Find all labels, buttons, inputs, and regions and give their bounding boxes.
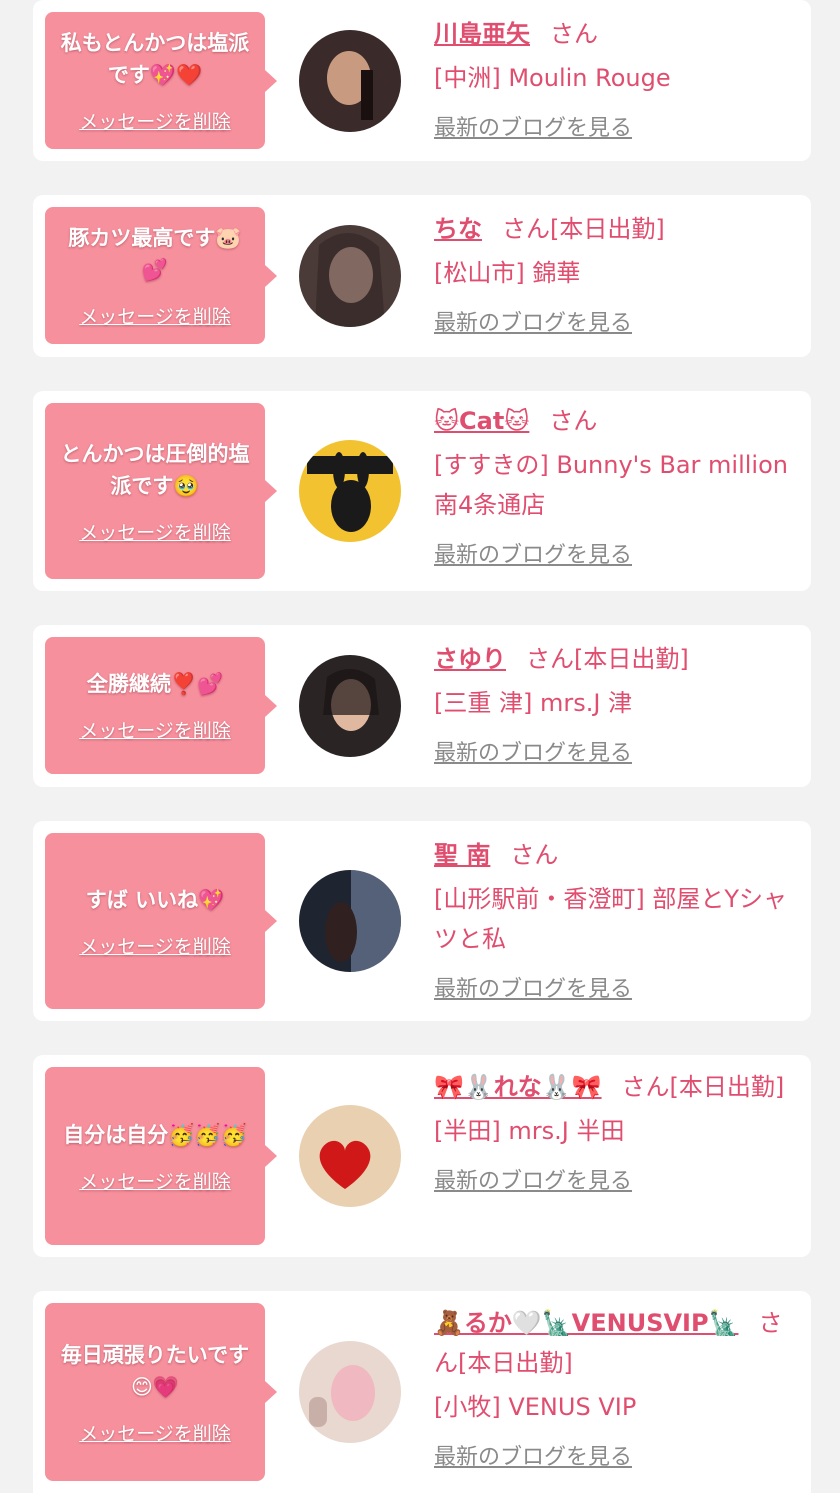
- cast-name-link[interactable]: 🐱Cat🐱: [434, 407, 529, 435]
- honorific-label: さん[本日出勤]: [502, 215, 665, 243]
- profile-info: 🎀🐰れな🐰🎀 さん[本日出勤] [半田] mrs.J 半田 最新のブログを見る: [434, 1067, 797, 1195]
- avatar[interactable]: [299, 440, 401, 542]
- shop-label: [半田] mrs.J 半田: [434, 1117, 625, 1145]
- delete-message-link[interactable]: メッセージを削除: [79, 1167, 231, 1194]
- message-text: 自分は自分🥳🥳🥳: [63, 1122, 247, 1147]
- latest-blog-link[interactable]: 最新のブログを見る: [434, 735, 632, 767]
- cast-name-link[interactable]: さゆり: [434, 645, 506, 673]
- shop-label: [中洲] Moulin Rouge: [434, 64, 671, 92]
- cast-name-link[interactable]: ちな: [434, 215, 482, 243]
- cast-name-link[interactable]: 聖 南: [434, 841, 490, 869]
- avatar[interactable]: [299, 1341, 401, 1443]
- honorific-label: さん[本日出勤]: [526, 645, 689, 673]
- latest-blog-link[interactable]: 最新のブログを見る: [434, 110, 632, 142]
- message-text: 私もとんかつは塩派です💖❤️: [60, 31, 250, 87]
- message-text: すば いいね💖: [85, 887, 225, 912]
- message-bubble: 私もとんかつは塩派です💖❤️ メッセージを削除: [45, 12, 277, 149]
- delete-message-link[interactable]: メッセージを削除: [79, 107, 231, 134]
- shop-label: [松山市] 錦華: [434, 259, 581, 287]
- message-bubble: 豚カツ最高です🐷💕 メッセージを削除: [45, 207, 277, 344]
- shop-label: [山形駅前・香澄町] 部屋とYシャツと私: [434, 885, 788, 953]
- delete-message-link[interactable]: メッセージを削除: [79, 518, 231, 545]
- avatar[interactable]: [299, 870, 401, 972]
- profile-info: 🐱Cat🐱 さん [すすきの] Bunny's Bar million 南4条通店…: [434, 401, 797, 569]
- message-card: 自分は自分🥳🥳🥳 メッセージを削除 🎀🐰れな🐰🎀 さん[本日出勤] [半田] mr…: [33, 1055, 811, 1257]
- message-card: すば いいね💖 メッセージを削除 聖 南さん [山形駅前・香澄町] 部屋とYシャ…: [33, 821, 811, 1021]
- message-bubble: 毎日頑張りたいです😊💗 メッセージを削除: [45, 1303, 277, 1481]
- delete-message-link[interactable]: メッセージを削除: [79, 1419, 231, 1446]
- latest-blog-link[interactable]: 最新のブログを見る: [434, 1439, 632, 1471]
- latest-blog-link[interactable]: 最新のブログを見る: [434, 305, 632, 337]
- honorific-label: さん[本日出勤]: [621, 1073, 785, 1101]
- delete-message-link[interactable]: メッセージを削除: [79, 932, 231, 959]
- message-card: とんかつは圧倒的塩派です🥹 メッセージを削除 🐱Cat🐱 さん [すすきの] Bu…: [33, 391, 811, 591]
- avatar[interactable]: [299, 30, 401, 132]
- shop-label: [すすきの] Bunny's Bar million 南4条通店: [434, 451, 788, 519]
- honorific-label: さん: [550, 20, 598, 48]
- message-text: 豚カツ最高です🐷💕: [68, 226, 242, 282]
- message-text: とんかつは圧倒的塩派です🥹: [60, 441, 250, 498]
- latest-blog-link[interactable]: 最新のブログを見る: [434, 1163, 632, 1195]
- profile-info: 🧸るか🤍🗽VENUSVIP🗽 さん[本日出勤] [小牧] VENUS VIP 最新…: [434, 1303, 797, 1471]
- message-bubble: 全勝継続❣️💕 メッセージを削除: [45, 637, 277, 774]
- profile-info: 川島亜矢 さん [中洲] Moulin Rouge 最新のブログを見る: [434, 14, 797, 142]
- delete-message-link[interactable]: メッセージを削除: [79, 302, 231, 329]
- message-bubble: とんかつは圧倒的塩派です🥹 メッセージを削除: [45, 403, 277, 579]
- message-card: 毎日頑張りたいです😊💗 メッセージを削除 🧸るか🤍🗽VENUSVIP🗽 さん[本日…: [33, 1291, 811, 1493]
- message-list: 私もとんかつは塩派です💖❤️ メッセージを削除 川島亜矢 さん [中洲] Moul…: [0, 0, 840, 1493]
- avatar[interactable]: [299, 225, 401, 327]
- profile-info: さゆり さん[本日出勤] [三重 津] mrs.J 津 最新のブログを見る: [434, 639, 797, 767]
- delete-message-link[interactable]: メッセージを削除: [79, 716, 231, 743]
- message-bubble: 自分は自分🥳🥳🥳 メッセージを削除: [45, 1067, 277, 1245]
- cast-name-link[interactable]: 🧸るか🤍🗽VENUSVIP🗽: [434, 1309, 738, 1337]
- message-card: 私もとんかつは塩派です💖❤️ メッセージを削除 川島亜矢 さん [中洲] Moul…: [33, 0, 811, 161]
- honorific-label: さん: [549, 407, 598, 435]
- message-bubble: すば いいね💖 メッセージを削除: [45, 833, 277, 1009]
- honorific-label: さん: [510, 841, 559, 869]
- profile-info: ちな さん[本日出勤] [松山市] 錦華 最新のブログを見る: [434, 209, 797, 337]
- message-text: 全勝継続❣️💕: [86, 672, 224, 696]
- cast-name-link[interactable]: 川島亜矢: [434, 20, 530, 48]
- latest-blog-link[interactable]: 最新のブログを見る: [434, 971, 632, 1003]
- latest-blog-link[interactable]: 最新のブログを見る: [434, 537, 632, 569]
- message-card: 豚カツ最高です🐷💕 メッセージを削除 ちな さん[本日出勤] [松山市] 錦華 最…: [33, 195, 811, 357]
- profile-info: 聖 南さん [山形駅前・香澄町] 部屋とYシャツと私 最新のブログを見る: [434, 835, 797, 1003]
- cast-name-link[interactable]: 🎀🐰れな🐰🎀: [434, 1073, 602, 1101]
- message-text: 毎日頑張りたいです😊💗: [60, 1342, 250, 1399]
- avatar[interactable]: [299, 655, 401, 757]
- message-card: 全勝継続❣️💕 メッセージを削除 さゆり さん[本日出勤] [三重 津] mrs.…: [33, 625, 811, 787]
- shop-label: [小牧] VENUS VIP: [434, 1393, 637, 1421]
- avatar[interactable]: [299, 1105, 401, 1207]
- shop-label: [三重 津] mrs.J 津: [434, 689, 633, 717]
